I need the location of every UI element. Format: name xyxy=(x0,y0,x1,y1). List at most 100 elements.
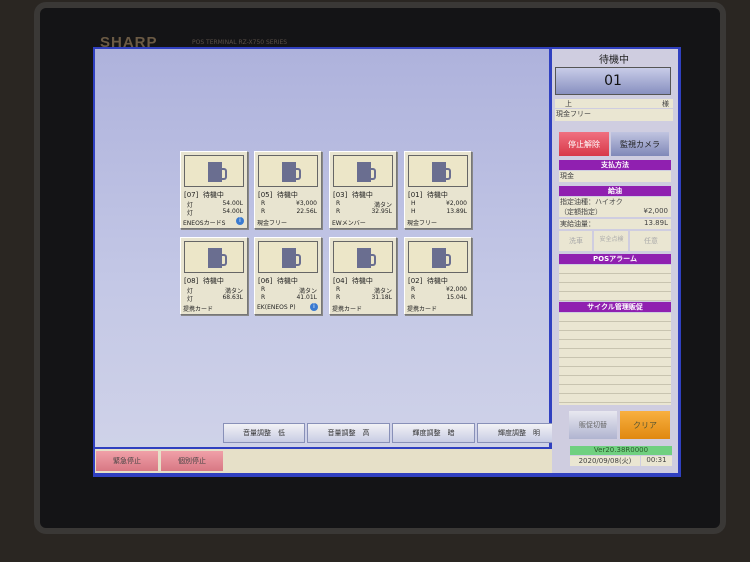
info-icon[interactable]: i xyxy=(236,217,244,225)
fuel-code: 灯 xyxy=(187,296,194,303)
fuel-pump-icon xyxy=(208,162,222,182)
nozzle-icon xyxy=(371,168,376,180)
pump-row: 灯 68.63L xyxy=(187,294,243,303)
pump-display xyxy=(258,155,318,187)
fuel-pump-icon xyxy=(357,248,371,268)
payment-type: 提携カード xyxy=(183,306,214,313)
nozzle-icon xyxy=(222,168,227,180)
customer-type: 現金フリー xyxy=(555,109,673,121)
pump-card[interactable]: [07] 待機中 灯 54.00L 灯 54.00L ENEOSカードS i xyxy=(180,151,248,229)
pump-header: [06] 待機中 xyxy=(258,276,298,286)
fixed-amount: ¥2,000 xyxy=(643,207,669,215)
pump-status: 待機中 xyxy=(351,191,373,199)
payment-method: 現金 xyxy=(559,171,671,182)
pump-header: [04] 待機中 xyxy=(333,276,373,286)
brightness-dark-button[interactable]: 輝度調整 暗 xyxy=(392,423,475,443)
fuel-pump-icon xyxy=(432,248,446,268)
fuel-code: R xyxy=(411,286,416,293)
pump-row: R ¥2,000 xyxy=(411,286,467,293)
fuel-type: 指定油種：ハイオク xyxy=(559,197,671,207)
pump-id: [03] xyxy=(333,191,348,199)
fuel-pump-icon xyxy=(357,162,371,182)
pump-card[interactable]: [04] 待機中 R 満タン R 31.18L 提携カード xyxy=(329,237,397,315)
pump-display xyxy=(408,241,468,273)
promo-switch-button[interactable]: 販促切替 xyxy=(569,411,617,439)
pump-card[interactable]: [06] 待機中 R 満タン R 41.01L EK(ENEOS P) i xyxy=(254,237,322,315)
pump-status: 待機中 xyxy=(351,277,373,285)
pump-row: R 41.01L xyxy=(261,294,317,301)
individual-stop-button[interactable]: 個別停止 xyxy=(161,451,223,471)
nozzle-icon xyxy=(296,168,301,180)
pump-row: R 15.04L xyxy=(411,294,467,301)
pump-id: [01] xyxy=(408,191,423,199)
fuel-pump-icon xyxy=(208,248,222,268)
optional-button[interactable]: 任意 xyxy=(630,231,671,251)
payment-type: 提携カード xyxy=(332,306,363,313)
actual-amount-row: 実給油量： 13.89L xyxy=(559,219,671,229)
pump-card[interactable]: [08] 待機中 灯満タン 灯 68.63L 提携カード xyxy=(180,237,248,315)
payment-type: EWメンバー xyxy=(332,220,366,227)
camera-button[interactable]: 監視カメラ xyxy=(611,132,669,156)
actual-amount: 13.89L xyxy=(644,219,668,227)
release-stop-button[interactable]: 停止解除 xyxy=(559,132,609,156)
pump-status: 待機中 xyxy=(276,191,298,199)
pump-card[interactable]: [05] 待機中 R ¥3,000 R 22.56L 現金フリー xyxy=(254,151,322,229)
version-label: Ver20.38R0000 xyxy=(570,446,672,455)
volume-high-button[interactable]: 音量調整 高 xyxy=(307,423,390,443)
pump-row: R 32.95L xyxy=(336,208,392,215)
pump-status: 待機中 xyxy=(276,277,298,285)
pump-header: [05] 待機中 xyxy=(258,190,298,200)
volume-value: 32.95L xyxy=(371,208,392,215)
fuel-code: R xyxy=(261,294,266,301)
date-label: 2020/09/08(火) xyxy=(570,456,640,466)
pump-display xyxy=(333,241,393,273)
nozzle-icon xyxy=(446,168,451,180)
pump-card[interactable]: [03] 待機中 R 満タン R 32.95L EWメンバー xyxy=(329,151,397,229)
volume-value: 13.89L xyxy=(446,208,467,215)
payment-type: 現金フリー xyxy=(407,220,438,227)
customer-name-field: 上様 xyxy=(555,99,673,108)
volume-low-button[interactable]: 音量調整 低 xyxy=(223,423,305,443)
volume-value: 31.18L xyxy=(371,294,392,301)
pump-display xyxy=(333,155,393,187)
pump-header: [02] 待機中 xyxy=(408,276,448,286)
pump-header: [01] 待機中 xyxy=(408,190,448,200)
pump-id: [05] xyxy=(258,191,273,199)
fuel-code: R xyxy=(336,294,341,301)
nozzle-icon xyxy=(296,254,301,266)
emergency-stop-button[interactable]: 緊急停止 xyxy=(96,451,158,471)
brightness-light-button[interactable]: 輝度調整 明 xyxy=(477,423,561,443)
volume-value: 54.00L xyxy=(222,208,243,215)
safety-check-button[interactable]: 安全点検 xyxy=(594,231,628,251)
volume-value: 68.63L xyxy=(222,294,243,301)
pump-card[interactable]: [02] 待機中 R ¥2,000 R 15.04L 提携カード xyxy=(404,237,472,315)
pump-row: H ¥2,000 xyxy=(411,200,467,207)
pump-card[interactable]: [01] 待機中 H ¥2,000 H 13.89L 現金フリー xyxy=(404,151,472,229)
pump-row: R 31.18L xyxy=(336,294,392,301)
preset-value: ¥2,000 xyxy=(446,200,467,207)
pump-header: [08] 待機中 xyxy=(184,276,224,286)
payment-type: EK(ENEOS P) xyxy=(257,304,296,311)
volume-value: 41.01L xyxy=(296,294,317,301)
pump-status: 待機中 xyxy=(202,277,224,285)
pos-alarm-header: POSアラーム xyxy=(559,254,671,264)
fuel-pump-icon xyxy=(282,162,296,182)
pump-id: [08] xyxy=(184,277,199,285)
pump-number-button[interactable]: 01 xyxy=(555,67,671,95)
nozzle-icon xyxy=(371,254,376,266)
clear-button[interactable]: クリア xyxy=(620,411,670,439)
preset-value: ¥2,000 xyxy=(446,286,467,293)
side-panel: 待機中 01 上様 現金フリー 停止解除 監視カメラ 支払方法 現金 給油 指定… xyxy=(552,49,678,473)
pump-display xyxy=(184,241,244,273)
fuel-code: R xyxy=(261,208,266,215)
pump-row: H 13.89L xyxy=(411,208,467,215)
fuel-header: 給油 xyxy=(559,186,671,196)
fixed-label: （定額指定） xyxy=(560,208,602,216)
volume-value: 22.56L xyxy=(296,208,317,215)
pump-id: [06] xyxy=(258,277,273,285)
fuel-code: 灯 xyxy=(187,210,194,217)
pump-status: 待機中 xyxy=(426,277,448,285)
car-wash-button[interactable]: 洗車 xyxy=(559,231,592,251)
pump-id: [02] xyxy=(408,277,423,285)
info-icon[interactable]: i xyxy=(310,303,318,311)
